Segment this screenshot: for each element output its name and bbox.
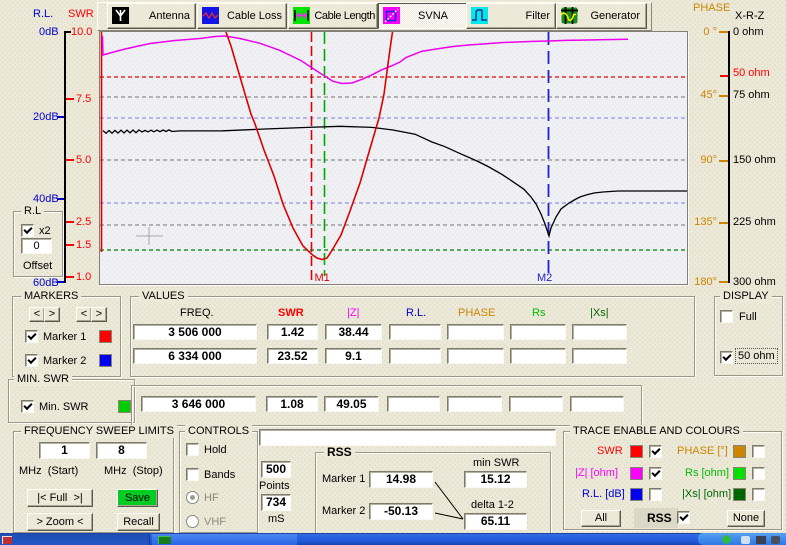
svg-text:M2: M2 [537,272,552,284]
svg-text:M1: M1 [315,272,330,284]
